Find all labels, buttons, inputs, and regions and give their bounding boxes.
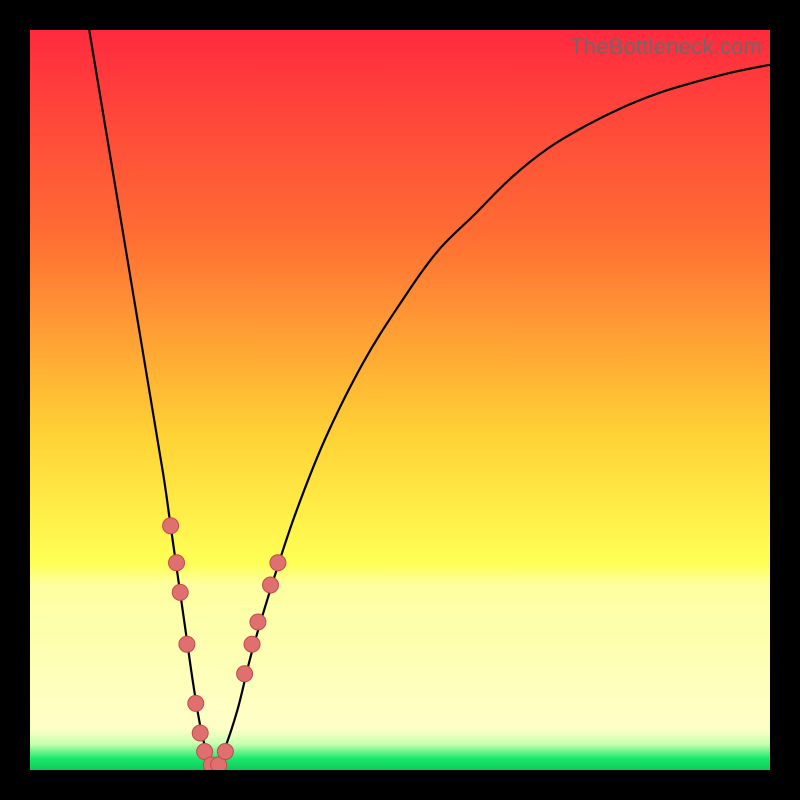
data-point <box>188 695 204 711</box>
data-point <box>270 555 286 571</box>
chart-frame: TheBottleneck.com <box>0 0 800 800</box>
data-point <box>244 636 260 652</box>
data-point <box>179 636 195 652</box>
plot-area: TheBottleneck.com <box>30 30 770 770</box>
data-point <box>192 725 208 741</box>
data-point <box>263 577 279 593</box>
data-point <box>237 666 253 682</box>
watermark-text: TheBottleneck.com <box>570 34 762 60</box>
data-point <box>163 518 179 534</box>
data-point <box>172 584 188 600</box>
data-point <box>169 555 185 571</box>
gradient-background <box>30 30 770 770</box>
data-point <box>250 614 266 630</box>
chart-svg <box>30 30 770 770</box>
data-point <box>217 744 233 760</box>
